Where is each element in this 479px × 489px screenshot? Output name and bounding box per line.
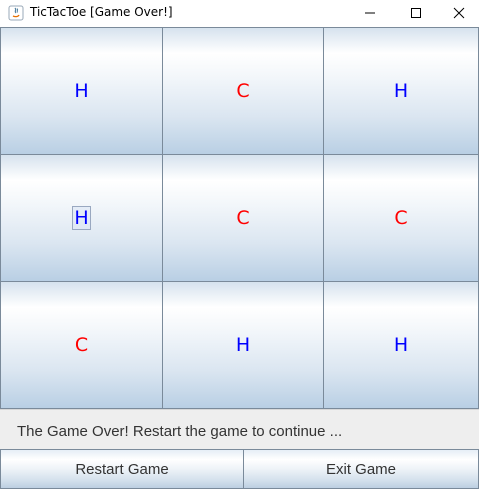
board-cell-9[interactable]: H (323, 281, 479, 409)
cell-mark: H (393, 334, 409, 356)
maximize-button[interactable] (393, 0, 439, 26)
minimize-icon (364, 4, 376, 23)
cell-mark: H (235, 334, 251, 356)
board-cell-7[interactable]: C (0, 281, 163, 409)
game-board: H C H H C C C H H (0, 27, 479, 409)
status-message: The Game Over! Restart the game to conti… (17, 423, 343, 440)
exit-game-button[interactable]: Exit Game (243, 449, 479, 489)
board-cell-2[interactable]: C (162, 27, 324, 155)
window-title: TicTacToe [Game Over!] (30, 5, 173, 19)
board-cell-5[interactable]: C (162, 154, 324, 282)
board-cell-4[interactable]: H (0, 154, 163, 282)
cell-mark: C (394, 207, 408, 229)
cell-mark: C (236, 80, 250, 102)
cell-mark: H (393, 80, 409, 102)
java-icon (8, 5, 24, 21)
board-cell-8[interactable]: H (162, 281, 324, 409)
title-bar[interactable]: TicTacToe [Game Over!] (0, 0, 479, 26)
close-icon (453, 4, 465, 23)
status-bar: The Game Over! Restart the game to conti… (0, 409, 479, 449)
cell-mark: C (236, 207, 250, 229)
close-button[interactable] (439, 0, 479, 26)
board-cell-3[interactable]: H (323, 27, 479, 155)
restart-game-button[interactable]: Restart Game (0, 449, 244, 489)
board-cell-1[interactable]: H (0, 27, 163, 155)
cell-mark: C (74, 334, 89, 356)
cell-mark: H (74, 80, 89, 102)
board-cell-6[interactable]: C (323, 154, 479, 282)
minimize-button[interactable] (347, 0, 393, 26)
cell-mark: H (72, 206, 91, 230)
maximize-icon (410, 4, 422, 23)
